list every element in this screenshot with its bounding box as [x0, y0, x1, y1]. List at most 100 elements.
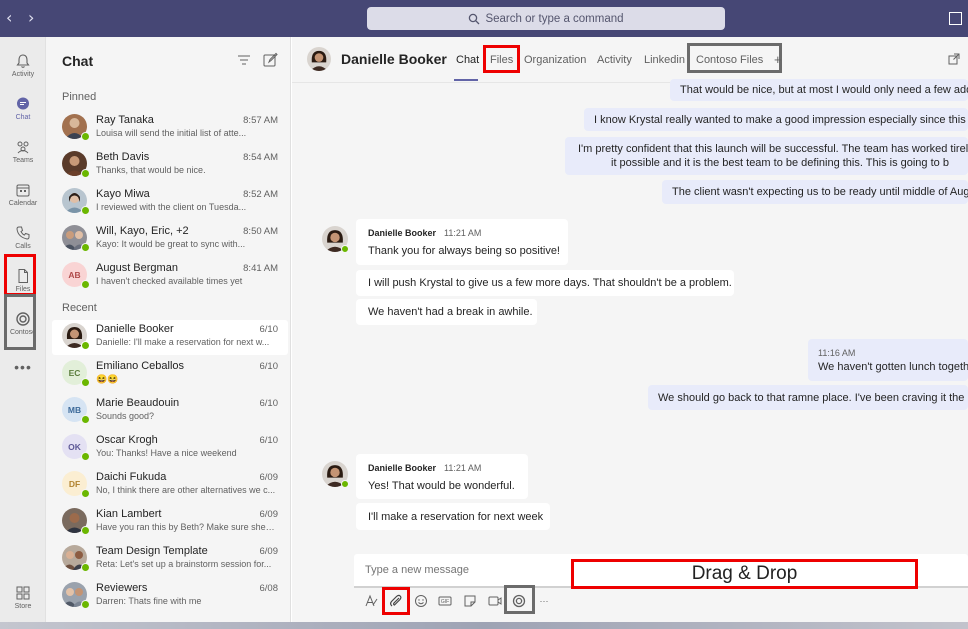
chat-name: Beth Davis: [96, 151, 150, 163]
chat-item-daichi-fukuda[interactable]: DF Daichi Fukuda 6/09 No, I think there …: [52, 468, 288, 503]
presence-available-icon: [81, 378, 90, 387]
popout-icon[interactable]: [948, 53, 960, 65]
my-message: That would be nice, but at most I would …: [670, 79, 968, 101]
their-message: We haven't had a break in awhile.: [356, 299, 537, 325]
rail-item-teams[interactable]: Teams: [0, 129, 46, 173]
chat-icon: [17, 97, 29, 109]
chat-time: 8:57 AM: [243, 115, 278, 126]
chat-item-august-bergman[interactable]: AB August Bergman 8:41 AM I haven't chec…: [52, 259, 288, 294]
chat-preview: Kayo: It would be great to sync with...: [96, 239, 246, 249]
presence-available-icon: [81, 206, 90, 215]
chat-preview: Reta: Let's set up a brainstorm session …: [96, 559, 272, 569]
chat-item-team-design-template[interactable]: Team Design Template 6/09 Reta: Let's se…: [52, 542, 288, 577]
chat-item-group-will-kayo-eric[interactable]: Will, Kayo, Eric, +2 8:50 AM Kayo: It wo…: [52, 222, 288, 257]
my-message: 11:16 AM We haven't gotten lunch togeth: [808, 339, 968, 381]
message-meta: Danielle Booker 11:21 AM: [368, 228, 481, 238]
new-chat-icon[interactable]: [262, 52, 278, 68]
chat-item-kayo-miwa[interactable]: Kayo Miwa 8:52 AM I reviewed with the cl…: [52, 185, 288, 220]
presence-available-icon: [81, 526, 90, 535]
contoso-files-tab-highlight-box: [687, 43, 782, 73]
rail-item-activity[interactable]: Activity: [0, 43, 46, 87]
conversation-pane: Danielle Booker Chat Files Organization …: [292, 37, 968, 622]
rail-item-chat[interactable]: Chat: [0, 86, 46, 130]
meet-icon[interactable]: [486, 592, 504, 610]
conversation-title: Danielle Booker: [341, 51, 447, 67]
attach-highlight-box: [382, 587, 410, 615]
chat-name: Marie Beaudouin: [96, 397, 180, 409]
message-line: it possible and it is the best team to b…: [611, 157, 949, 169]
my-message: I'm pretty confident that this launch wi…: [565, 137, 968, 175]
teams-icon: [17, 141, 29, 153]
chat-preview: Sounds good?: [96, 411, 155, 421]
my-message: We should go back to that ramne place. I…: [648, 385, 968, 410]
chat-preview: No, I think there are other alternatives…: [96, 485, 276, 495]
presence-available-icon: [81, 563, 90, 572]
phone-icon: [16, 226, 30, 240]
emoji-icon[interactable]: [412, 592, 430, 610]
avatar: [307, 47, 331, 71]
chat-time: 8:52 AM: [243, 189, 278, 200]
chat-list-title: Chat: [62, 53, 94, 69]
tab-organization[interactable]: Organization: [524, 54, 586, 66]
chat-name: Kayo Miwa: [96, 188, 150, 200]
chat-time: 6/09: [259, 509, 279, 520]
chat-item-emiliano-ceballos[interactable]: EC Emiliano Ceballos 6/10 😆😆: [52, 357, 288, 392]
rail-label-teams: Teams: [12, 156, 34, 164]
presence-available-icon: [81, 243, 90, 252]
presence-available-icon: [81, 341, 90, 350]
tab-chat[interactable]: Chat: [456, 54, 479, 66]
window-square-icon[interactable]: [949, 12, 962, 25]
filter-icon[interactable]: [236, 52, 252, 68]
message-line: I'm pretty confident that this launch wi…: [578, 143, 968, 155]
chat-preview: I haven't checked available times yet: [96, 276, 243, 286]
rail-label-chat: Chat: [15, 113, 31, 121]
chat-time: 6/08: [259, 583, 279, 594]
rail-label-calendar: Calendar: [8, 199, 38, 207]
chat-name: Oscar Krogh: [96, 434, 158, 446]
chat-preview: Louisa will send the initial list of att…: [96, 128, 247, 138]
presence-available-icon: [341, 245, 349, 253]
search-box[interactable]: Search or type a command: [367, 7, 725, 30]
tab-activity[interactable]: Activity: [597, 54, 632, 66]
presence-available-icon: [81, 415, 90, 424]
sticker-icon[interactable]: [461, 592, 479, 610]
chat-name: Danielle Booker: [96, 323, 174, 335]
their-message: I will push Krystal to give us a few mor…: [356, 270, 734, 296]
their-message: I'll make a reservation for next week: [356, 503, 550, 530]
chat-preview: Darren: Thats fine with me: [96, 596, 202, 606]
chat-item-ray-tanaka[interactable]: Ray Tanaka 8:57 AM Louisa will send the …: [52, 111, 288, 146]
rail-item-store[interactable]: Store: [0, 575, 46, 619]
active-tab-indicator: [454, 79, 478, 81]
chat-item-danielle-booker[interactable]: Danielle Booker 6/10 Danielle: I'll make…: [52, 320, 288, 355]
chat-name: Reviewers: [96, 582, 148, 594]
my-message: The client wasn't expecting us to be rea…: [662, 180, 968, 204]
rail-item-calendar[interactable]: Calendar: [0, 172, 46, 216]
chat-time: 6/10: [259, 398, 279, 409]
files-highlight-box: [4, 254, 36, 296]
forward-arrow-icon[interactable]: ›: [28, 9, 34, 27]
more-apps-icon[interactable]: •••: [0, 359, 46, 375]
presence-available-icon: [341, 480, 349, 488]
chat-preview: Thanks, that would be nice.: [96, 165, 206, 175]
their-message: [356, 219, 568, 265]
chat-item-beth-davis[interactable]: Beth Davis 8:54 AM Thanks, that would be…: [52, 148, 288, 183]
chat-item-oscar-krogh[interactable]: OK Oscar Krogh 6/10 You: Thanks! Have a …: [52, 431, 288, 466]
bell-icon: [16, 53, 30, 68]
conversation-header: Danielle Booker Chat Files Organization …: [292, 37, 968, 83]
presence-available-icon: [81, 452, 90, 461]
presence-available-icon: [81, 132, 90, 141]
app-rail: Activity Chat Teams Calendar Calls Files…: [0, 37, 46, 622]
their-message: [356, 454, 528, 499]
format-icon[interactable]: [362, 592, 380, 610]
chat-item-reviewers[interactable]: Reviewers 6/08 Darren: Thats fine with m…: [52, 579, 288, 614]
drag-drop-zone[interactable]: Drag & Drop: [571, 559, 918, 589]
chat-item-kian-lambert[interactable]: Kian Lambert 6/09 Have you ran this by B…: [52, 505, 288, 540]
rail-item-calls[interactable]: Calls: [0, 215, 46, 259]
message-input[interactable]: [354, 554, 564, 586]
more-icon[interactable]: ···: [535, 592, 553, 610]
gif-icon[interactable]: GIF: [436, 592, 454, 610]
tab-linkedin[interactable]: Linkedin: [644, 54, 685, 66]
chat-item-marie-beaudouin[interactable]: MB Marie Beaudouin 6/10 Sounds good?: [52, 394, 288, 429]
back-arrow-icon[interactable]: ‹: [6, 9, 12, 27]
add-tab-button[interactable]: +: [774, 52, 782, 67]
